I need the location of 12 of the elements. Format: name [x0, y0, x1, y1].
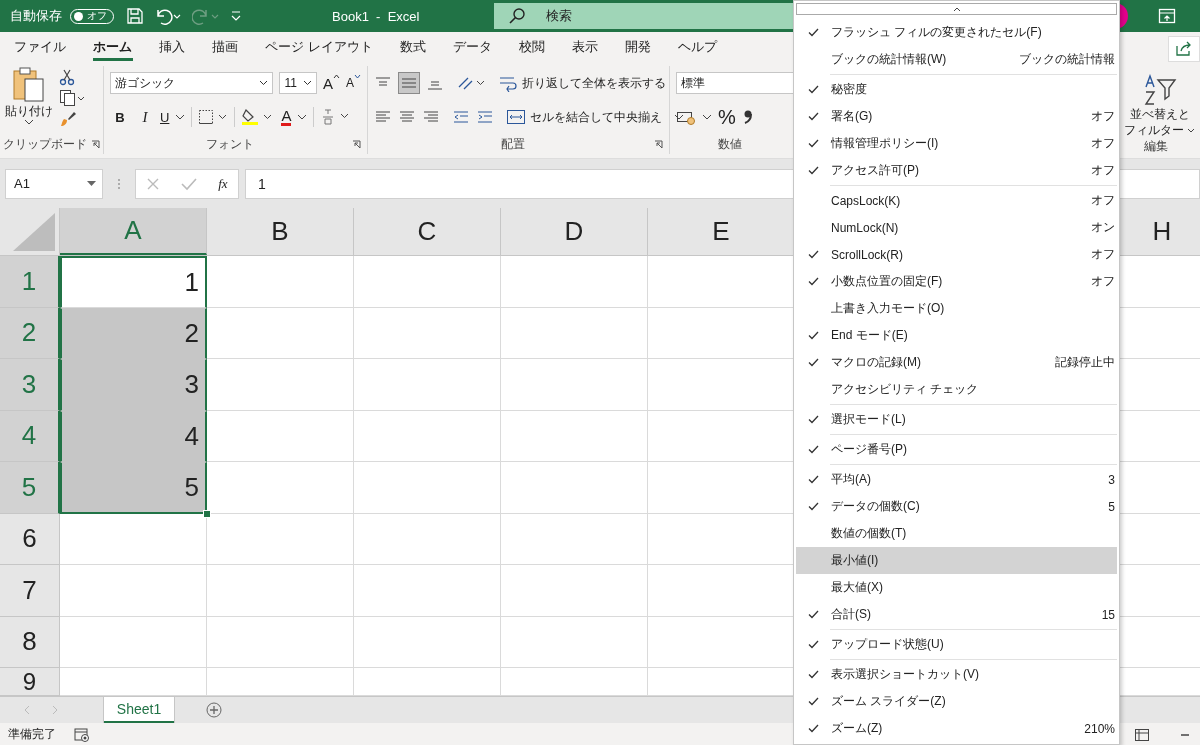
spreadsheet-cell: 5 [60, 462, 207, 514]
group-label: 配置 [500, 135, 525, 153]
spreadsheet-cell: 4 [60, 410, 207, 462]
group-label: 編集 [1144, 138, 1168, 155]
status-text: 準備完了 [8, 726, 56, 743]
group-label: フォント [205, 135, 254, 153]
group-label: クリップボード [3, 135, 87, 153]
spreadsheet-cell: 3 [60, 359, 207, 411]
window-title: Book1 - Excel [332, 8, 421, 24]
spreadsheet-cell: 2 [60, 307, 207, 359]
autosave-label: 自動保存 [10, 7, 62, 25]
group-label: 数値 [718, 135, 742, 153]
